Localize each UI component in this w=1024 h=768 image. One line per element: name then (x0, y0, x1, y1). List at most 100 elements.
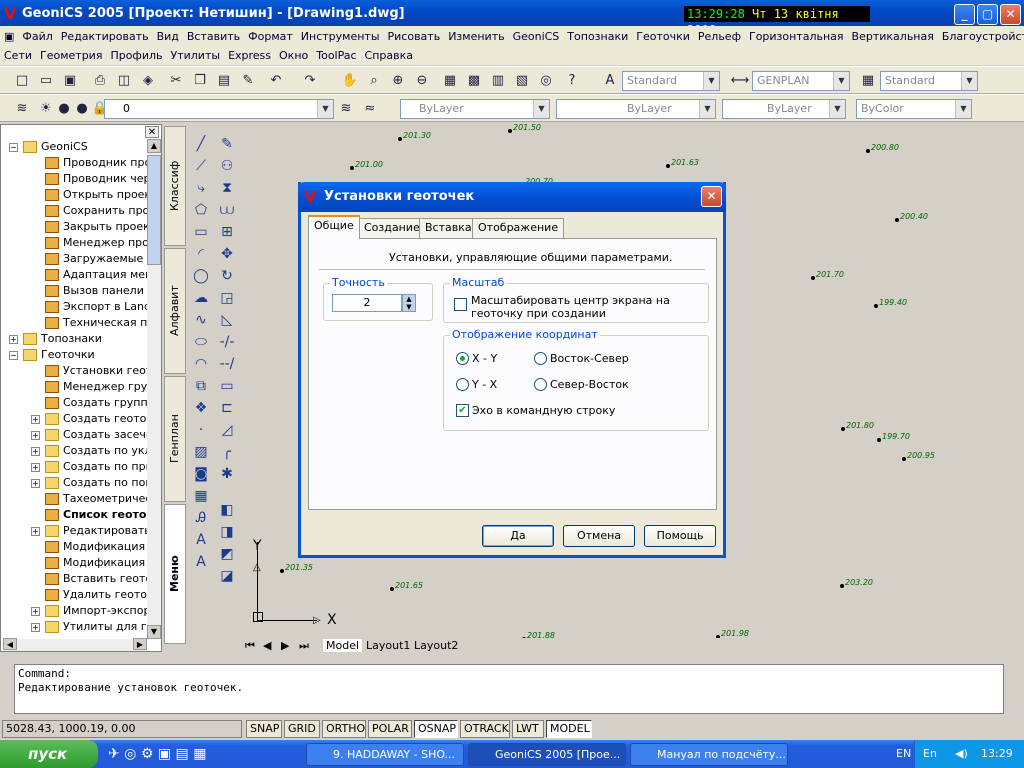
status-toggle-grid[interactable]: GRID (284, 720, 320, 738)
zoom-realtime-icon[interactable]: ⌕ (364, 71, 384, 91)
scale-center-checkbox[interactable] (454, 298, 467, 311)
tree-item[interactable]: + Создать геоточки (25, 411, 147, 427)
task-geonics[interactable]: GeoniCS 2005 [Прое... (468, 743, 626, 766)
draworder-back-icon[interactable]: ◨ (216, 522, 238, 542)
scroll-thumb[interactable] (147, 155, 161, 265)
zoom-previous-icon[interactable]: ⊖ (412, 71, 432, 91)
tree-item[interactable]: Техническая поддержка (25, 315, 147, 331)
tree-item[interactable]: + Топознаки (3, 331, 102, 347)
make-current-icon[interactable]: ≋ (336, 99, 356, 119)
tree-item[interactable]: + Создать по уклону (25, 443, 147, 459)
zoom-window-icon[interactable]: ⊕ (388, 71, 408, 91)
geopoint-marker[interactable] (840, 584, 844, 588)
tree-item[interactable]: + Импорт-экспорт (25, 603, 147, 619)
geopoint-marker[interactable] (874, 304, 878, 308)
lineweight-select[interactable]: ByLayer ▼ (722, 99, 846, 119)
menu1-item[interactable]: Вставить (183, 30, 244, 43)
spline-icon[interactable]: ∿ (190, 310, 212, 330)
tree-item[interactable]: Установки геоточек (25, 363, 147, 379)
radio-xy[interactable] (456, 352, 469, 365)
tree-item[interactable]: Загружаемые модули (25, 251, 147, 267)
rectangle-icon[interactable]: ▭ (190, 222, 212, 242)
draworder-front-icon[interactable]: ◧ (216, 500, 238, 520)
tab-layout2[interactable]: Layout2 (411, 639, 461, 652)
color-select[interactable]: ByLayer ▼ (400, 99, 550, 119)
markup-icon[interactable]: ◎ (536, 71, 556, 91)
tree-hscrollbar[interactable]: ◀ ▶ (3, 638, 147, 651)
tree-item[interactable]: Проводник проектов (25, 155, 147, 171)
extend-icon[interactable]: --/ (216, 354, 238, 374)
tree-item[interactable]: + Создать засечки (25, 427, 147, 443)
tab-creation[interactable]: Создание (358, 218, 426, 238)
region-icon[interactable]: ◙ (190, 464, 212, 484)
tree-item[interactable]: Сохранить проект (25, 203, 147, 219)
radio-east-north[interactable] (534, 352, 547, 365)
ok-button[interactable]: Да (482, 525, 554, 547)
multiline-text-icon[interactable]: Ꭿ (190, 508, 212, 528)
menu1-item[interactable]: Формат (244, 30, 297, 43)
help-icon[interactable]: ? (562, 71, 582, 91)
properties-icon[interactable]: ▦ (440, 71, 460, 91)
hatch-icon[interactable]: ▨ (190, 442, 212, 462)
circle-icon[interactable]: ◯ (190, 266, 212, 286)
expand-icon[interactable]: + (31, 479, 40, 488)
expand-icon[interactable]: + (31, 431, 40, 440)
tree-item[interactable]: Открыть проект (25, 187, 147, 203)
tab-alphabet[interactable]: Алфавит (164, 248, 186, 374)
geopoint-marker[interactable] (390, 587, 394, 591)
layer-select[interactable]: 0 ▼ (104, 99, 334, 119)
geopoint-marker[interactable] (811, 276, 815, 280)
scroll-right-icon[interactable]: ▶ (133, 638, 147, 650)
tab-classifier[interactable]: Классиф (164, 126, 186, 246)
geopoint-marker[interactable] (398, 137, 402, 141)
erase-icon[interactable]: ✎ (216, 134, 238, 154)
tree-item[interactable]: Тахеометрический журнал (25, 491, 147, 507)
single-text-icon[interactable]: A (190, 552, 212, 572)
design-center-icon[interactable]: ▩ (464, 71, 484, 91)
radio-yx[interactable] (456, 378, 469, 391)
menu2-item[interactable]: Сети (0, 49, 36, 62)
menu2-item[interactable]: Окно (275, 49, 312, 62)
status-toggle-otrack[interactable]: OTRACK (460, 720, 510, 738)
menu1-app-icon[interactable]: ▣ (0, 30, 18, 43)
sheet-set-icon[interactable]: ▧ (512, 71, 532, 91)
tab-layout1[interactable]: Layout1 (363, 639, 413, 652)
print-icon[interactable]: ⎙ (90, 71, 110, 91)
point-icon[interactable]: · (190, 420, 212, 440)
cut-icon[interactable]: ✂ (166, 71, 186, 91)
break-icon[interactable]: ▭ (216, 376, 238, 396)
tree-item[interactable]: Список геоточек (25, 507, 147, 523)
precision-spinner-icon[interactable]: ▲ ▼ (402, 294, 416, 312)
collapse-icon[interactable]: − (9, 351, 18, 360)
polygon-icon[interactable]: ⬠ (190, 200, 212, 220)
tab-model[interactable]: Model (323, 639, 363, 652)
tree-item[interactable]: + Редактировать геоточки (25, 523, 147, 539)
app-title-bar[interactable]: V GeoniCS 2005 [Проект: Нетишин] - [Draw… (0, 0, 1024, 37)
pan-icon[interactable]: ✋ (340, 71, 360, 91)
text-icon[interactable]: A (190, 530, 212, 550)
expand-icon[interactable]: + (31, 623, 40, 632)
menu1-item[interactable]: Рисовать (384, 30, 445, 43)
preview-icon[interactable]: ◫ (114, 71, 134, 91)
tab-insert[interactable]: Вставка (419, 218, 478, 238)
tab-menu[interactable]: Меню (164, 504, 186, 644)
arc-icon[interactable]: ◜ (190, 244, 212, 264)
layer-manager-icon[interactable]: ≋ (12, 99, 32, 119)
geopoint-marker[interactable] (841, 427, 845, 431)
plotstyle-select[interactable]: ByColor ▼ (856, 99, 972, 119)
tree-item[interactable]: + Создать по поверхности (25, 475, 147, 491)
stretch-icon[interactable]: ◺ (216, 310, 238, 330)
menu1-item[interactable]: Горизонтальная (745, 30, 848, 43)
geopoint-marker[interactable] (866, 149, 870, 153)
menu1-item[interactable]: Инструменты (297, 30, 384, 43)
precision-input[interactable]: 2 (332, 294, 402, 312)
scroll-down-icon[interactable]: ▼ (147, 625, 161, 639)
match-properties-icon[interactable]: ✎ (238, 71, 258, 91)
table-style-select[interactable]: Standard ▼ (880, 71, 978, 91)
radio-north-east[interactable] (534, 378, 547, 391)
ellipse-icon[interactable]: ⬭ (190, 332, 212, 352)
save-icon[interactable]: ▣ (60, 71, 80, 91)
tool-palettes-icon[interactable]: ▥ (488, 71, 508, 91)
make-block-icon[interactable]: ❖ (190, 398, 212, 418)
tree-scrollbar[interactable]: ▲ ▼ (147, 139, 161, 639)
